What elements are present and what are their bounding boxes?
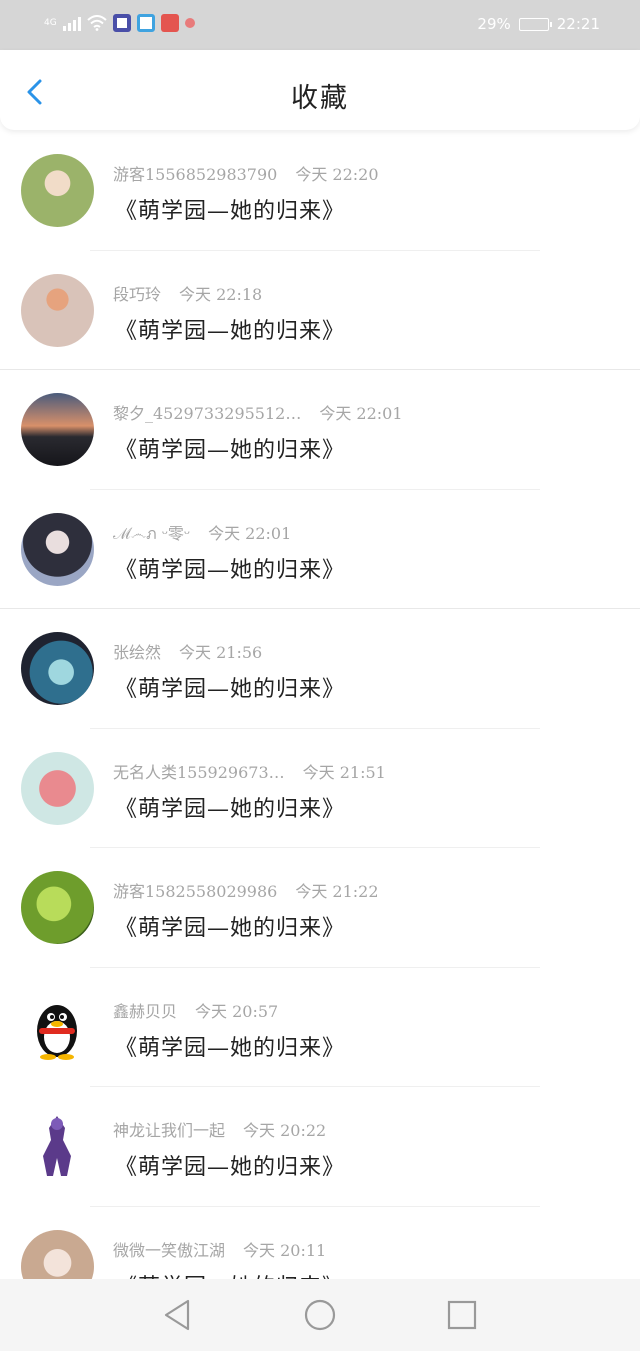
username: ℳ෴ภ ᵕ零ᵕ <box>113 523 191 543</box>
square-recent-icon[interactable] <box>444 1297 480 1333</box>
avatar <box>21 632 94 705</box>
username: 段巧玲 <box>113 284 162 304</box>
avatar <box>21 1110 94 1183</box>
status-bar: 4G 29% 22:21 <box>0 0 640 50</box>
app-notification-icon <box>112 14 131 32</box>
item-meta: 黎夕_4529733295512… 今天 22:01 <box>113 400 403 424</box>
item-title: 《萌学园—她的归来》 <box>115 916 346 941</box>
timestamp: 今天 21:56 <box>179 643 263 662</box>
timestamp: 今天 21:51 <box>302 762 386 782</box>
favorites-list: 游客1556852983790 今天 22:20 《萌学园—她的归来》 段巧玲 今天… <box>0 131 640 1326</box>
item-title: 《萌学园—她的归来》 <box>115 438 346 463</box>
timestamp: 今天 22:20 <box>295 165 379 184</box>
triangle-back-icon[interactable] <box>160 1297 196 1333</box>
app-header: 收藏 <box>0 50 640 130</box>
battery-percent: 29% <box>477 15 511 33</box>
list-item[interactable]: 张绘然 今天 21:56 《萌学园—她的归来》 <box>0 609 640 729</box>
username: 鑫赫贝贝 <box>113 1001 178 1021</box>
list-item[interactable]: 游客1556852983790 今天 22:20 《萌学园—她的归来》 <box>0 131 640 251</box>
list-item[interactable]: 神龙让我们一起 今天 20:22 《萌学园—她的归来》 <box>0 1087 640 1207</box>
item-title: 《萌学园—她的归来》 <box>115 796 346 822</box>
item-title: 《萌学园—她的归来》 <box>115 1155 346 1180</box>
list-item[interactable]: 段巧玲 今天 22:18 《萌学园—她的归来》 <box>0 251 640 370</box>
username: 游客1556852983790 <box>113 165 278 184</box>
item-title: 《萌学园—她的归来》 <box>115 1035 346 1061</box>
username: 黎夕_4529733295512… <box>113 404 302 423</box>
status-left: 4G <box>44 14 195 32</box>
list-item[interactable]: 游客1582558029986 今天 21:22 《萌学园—她的归来》 <box>0 848 640 968</box>
item-meta: 张绘然 今天 21:56 <box>113 639 262 663</box>
item-title: 《萌学园—她的归来》 <box>115 199 346 224</box>
avatar <box>21 273 94 347</box>
timestamp: 今天 20:57 <box>195 1001 279 1021</box>
timestamp: 今天 20:22 <box>243 1121 327 1140</box>
username: 张绘然 <box>113 643 162 662</box>
wifi-icon <box>87 15 107 31</box>
avatar <box>21 393 94 466</box>
list-item[interactable]: 无名人类155929673… 今天 21:51 《萌学园—她的归来》 <box>0 729 640 848</box>
signal-icon <box>62 15 81 31</box>
username: 游客1582558029986 <box>113 882 278 901</box>
list-item[interactable]: 鑫赫贝贝 今天 20:57 《萌学园—她的归来》 <box>0 968 640 1087</box>
app-notification-icon <box>184 18 195 28</box>
circle-home-icon[interactable] <box>302 1297 338 1333</box>
item-meta: 游客1582558029986 今天 21:22 <box>113 878 379 902</box>
timestamp: 今天 21:22 <box>295 882 379 901</box>
item-meta: 神龙让我们一起 今天 20:22 <box>113 1117 326 1141</box>
list-item[interactable]: ℳ෴ภ ᵕ零ᵕ 今天 22:01 《萌学园—她的归来》 <box>0 490 640 609</box>
clock: 22:21 <box>556 15 600 33</box>
status-right: 29% 22:21 <box>477 15 600 33</box>
username: 无名人类155929673… <box>113 762 285 782</box>
app-notification-icon <box>160 14 179 32</box>
item-meta: 微微一笑傲江湖 今天 20:11 <box>113 1237 326 1261</box>
battery-icon <box>518 17 552 31</box>
item-meta: 段巧玲 今天 22:18 <box>113 281 262 305</box>
timestamp: 今天 22:01 <box>208 523 292 543</box>
item-title: 《萌学园—她的归来》 <box>115 318 346 344</box>
avatar <box>21 512 94 586</box>
list-item[interactable]: 黎夕_4529733295512… 今天 22:01 《萌学园—她的归来》 <box>0 370 640 490</box>
qq-penguin-icon <box>21 990 94 1064</box>
timestamp: 今天 22:01 <box>319 404 403 423</box>
username: 神龙让我们一起 <box>113 1121 226 1140</box>
avatar <box>21 154 94 227</box>
avatar <box>21 751 94 825</box>
app-notification-icon <box>136 14 155 32</box>
item-title: 《萌学园—她的归来》 <box>115 557 346 583</box>
avatar <box>21 871 94 944</box>
item-title: 《萌学园—她的归来》 <box>115 677 346 702</box>
item-meta: ℳ෴ภ ᵕ零ᵕ 今天 22:01 <box>113 520 291 547</box>
navigation-bar <box>0 1279 640 1351</box>
timestamp: 今天 20:11 <box>243 1240 327 1260</box>
username: 微微一笑傲江湖 <box>113 1240 226 1260</box>
item-meta: 无名人类155929673… 今天 21:51 <box>113 759 386 783</box>
page-title: 收藏 <box>291 83 349 114</box>
timestamp: 今天 22:18 <box>179 284 263 304</box>
item-meta: 鑫赫贝贝 今天 20:57 <box>113 998 278 1022</box>
item-meta: 游客1556852983790 今天 22:20 <box>113 161 379 185</box>
network-type: 4G <box>44 18 57 28</box>
